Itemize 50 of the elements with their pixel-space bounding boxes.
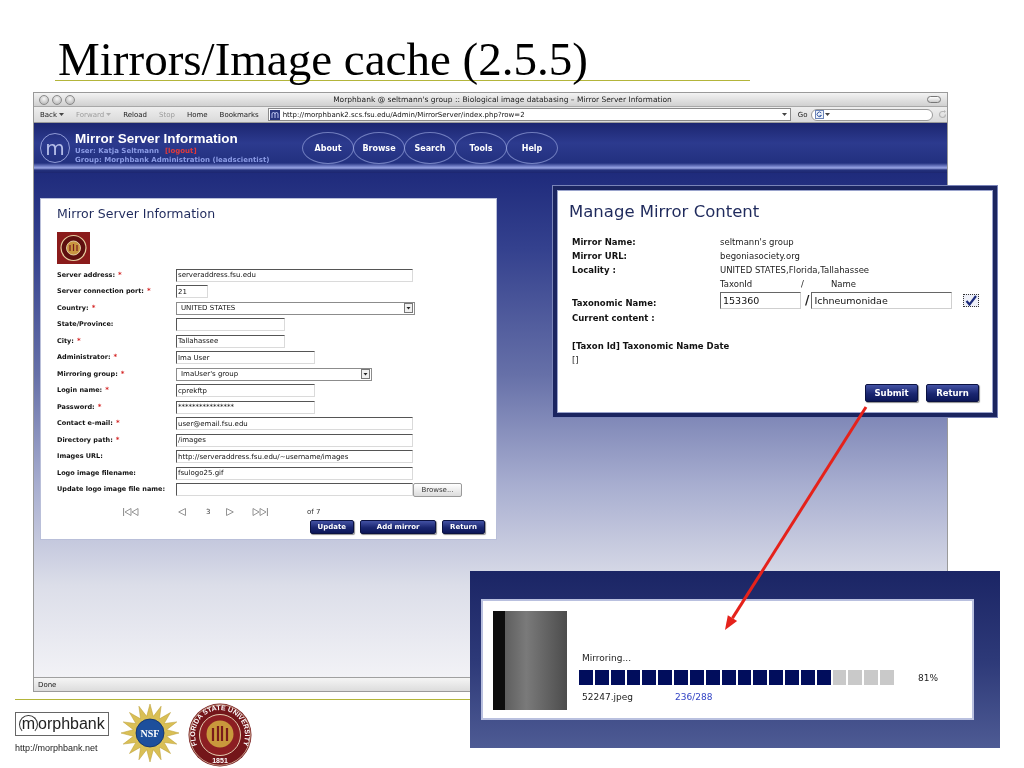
column-heading: TaxonId	[720, 278, 753, 291]
checkbox[interactable]	[963, 293, 979, 307]
check-icon	[965, 294, 977, 306]
logo-wordmark: orphbank	[38, 716, 105, 732]
minimize-button[interactable]	[52, 94, 62, 105]
progress-status: Mirroring...	[582, 653, 632, 663]
column-heading: Name	[831, 278, 857, 291]
website-url: http://morphbank.net	[15, 743, 98, 754]
card-title: Mirror Server Information	[57, 205, 216, 223]
caret-icon	[106, 113, 112, 116]
seal-icon	[57, 232, 90, 264]
favicon-icon	[269, 109, 280, 120]
search-engine-icon	[815, 110, 825, 119]
nsf-logo: NSF	[120, 703, 180, 763]
dialog-button[interactable]: Return	[926, 384, 979, 402]
last-page-button[interactable]	[252, 508, 268, 516]
progress-percent: 81%	[918, 671, 938, 684]
caret-icon	[59, 113, 64, 116]
info-value: seltmann's group	[720, 236, 794, 249]
info-label: Mirror Name:	[572, 236, 636, 249]
toolbar-toggle-button[interactable]	[927, 96, 941, 103]
circular-arrow-icon[interactable]	[938, 110, 947, 119]
info-value: UNITED STATES,Florida,Tallahassee	[720, 264, 870, 277]
taxon-name-field[interactable]: Ichneumonidae	[811, 291, 953, 309]
list-heading: [Taxon Id] Taxonomic Name Date	[572, 340, 730, 353]
file-name: 52247.jpeg	[582, 691, 634, 703]
dialog-button[interactable]: Submit	[865, 384, 918, 402]
next-page-button[interactable]	[226, 508, 234, 516]
info-label: Taxonomic Name:	[572, 297, 657, 308]
previous-page-button[interactable]	[178, 508, 186, 516]
close-button[interactable]	[39, 94, 49, 105]
dialog-title: Manage Mirror Content	[569, 202, 760, 222]
info-label: Current content :	[572, 312, 655, 325]
text-field[interactable]	[176, 318, 285, 332]
field-separator: /	[805, 292, 810, 309]
file-field[interactable]	[176, 483, 413, 497]
slide-title: Mirrors/Image cache (2.5.5)	[58, 33, 588, 85]
info-value: begoniasociety.org	[720, 250, 800, 263]
first-page-button[interactable]	[123, 508, 139, 516]
column-heading: /	[801, 278, 804, 291]
caret-icon	[825, 113, 831, 116]
list-value: []	[572, 354, 579, 367]
file-count: 236/288	[675, 691, 713, 703]
info-label: Locality :	[572, 264, 616, 277]
search-field[interactable]	[811, 108, 934, 121]
page-title: Mirror Server Information	[75, 131, 238, 147]
zoom-button[interactable]	[65, 94, 75, 105]
taxon-id-field[interactable]: 153360	[720, 291, 801, 309]
caret-icon	[781, 113, 787, 116]
info-label: Mirror URL:	[572, 250, 627, 263]
